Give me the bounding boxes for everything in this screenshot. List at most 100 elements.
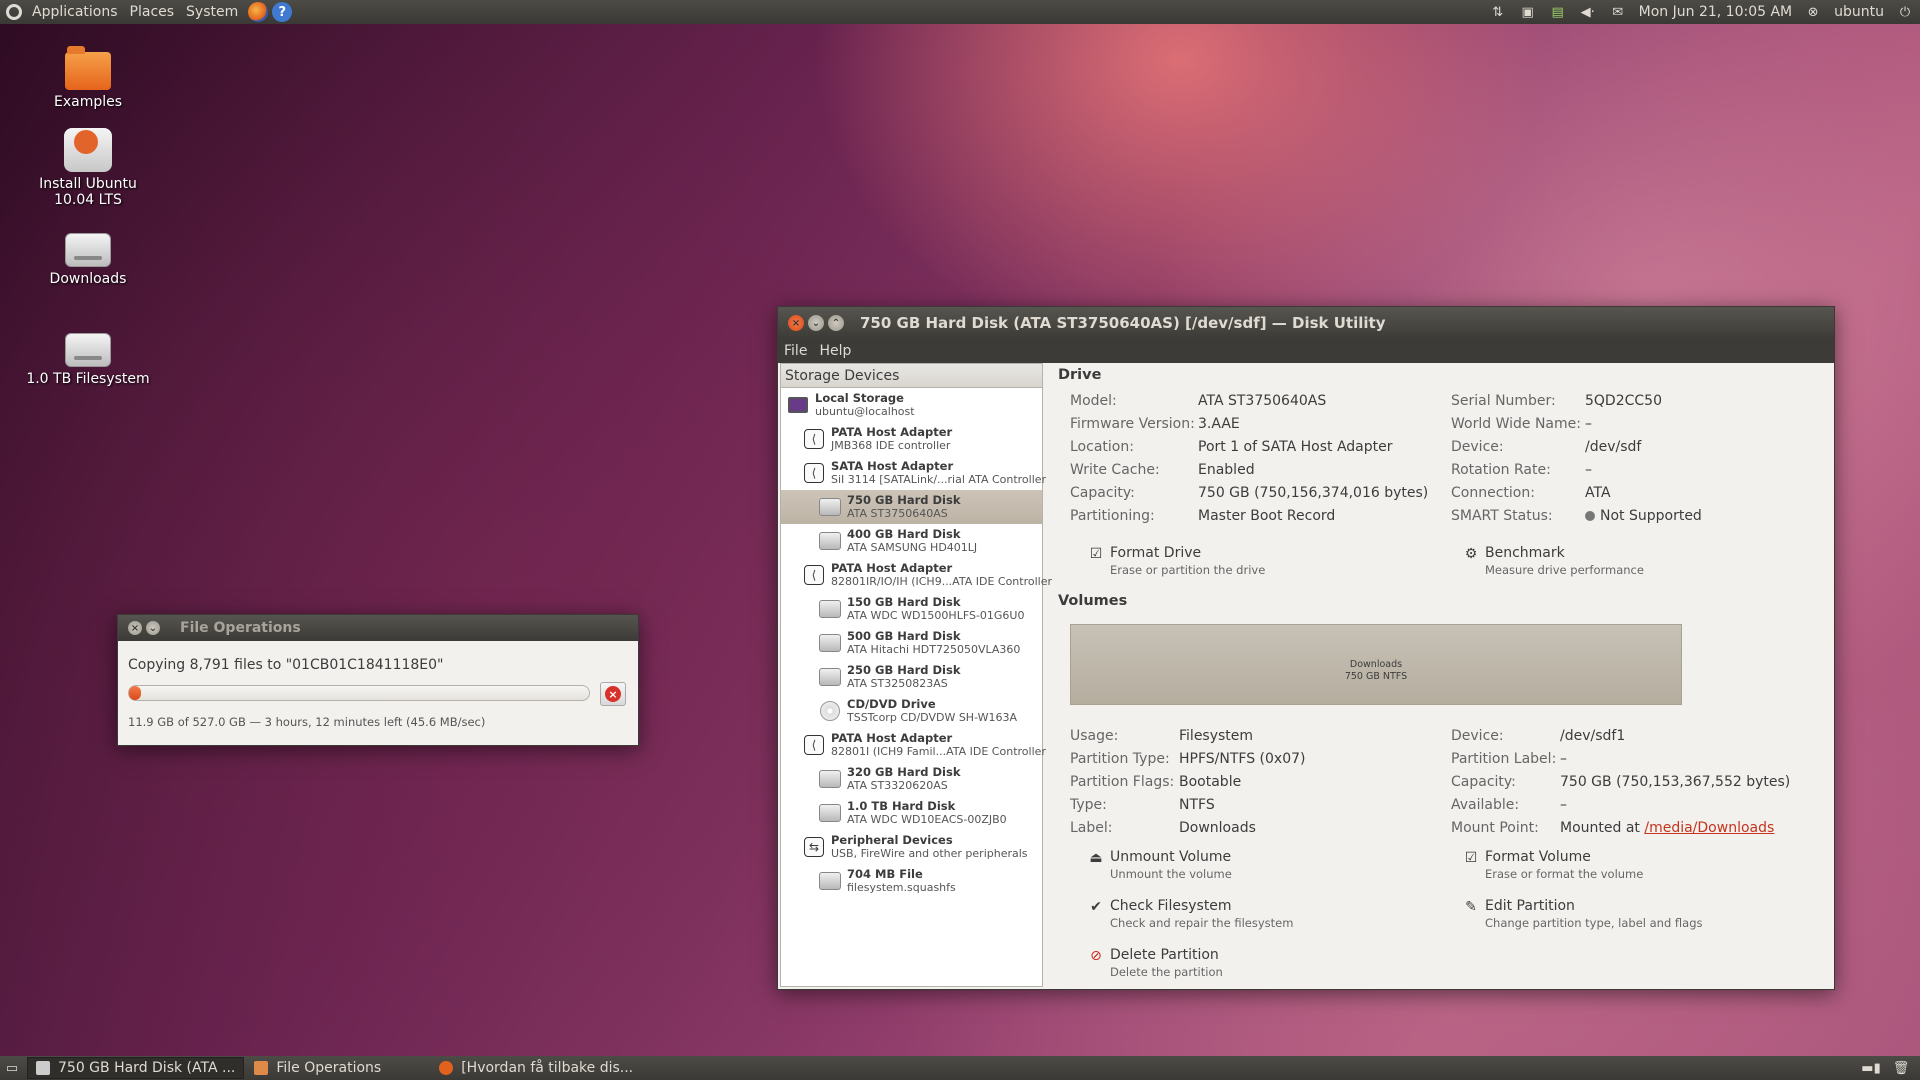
property-value-text: Bootable (1179, 774, 1242, 790)
file-disk-icon (819, 871, 841, 891)
format-icon: ☑ (1089, 546, 1103, 562)
user-menu[interactable]: ubuntu (1828, 0, 1890, 24)
storage-devices-header: Storage Devices (781, 364, 1042, 388)
device-item[interactable]: 704 MB File filesystem.squashfs (781, 864, 1042, 898)
cancel-copy-button[interactable]: × (600, 682, 626, 706)
ubuntu-logo-icon[interactable] (6, 4, 22, 20)
property-label: Device: (1451, 439, 1504, 455)
desktop-icon-install-ubuntu[interactable]: Install Ubuntu 10.04 LTS (18, 128, 158, 208)
property-value-text: /dev/sdf1 (1560, 728, 1626, 744)
property-value: Downloads (1179, 820, 1256, 836)
desktop-icon-downloads[interactable]: Downloads (18, 233, 158, 287)
edit-partition-button[interactable]: ✎ Edit Partition Change partition type, … (1465, 898, 1702, 930)
device-description: filesystem.squashfs (847, 881, 956, 894)
device-item[interactable]: Local Storage ubuntu@localhost (781, 388, 1042, 422)
format-drive-button[interactable]: ☑ Format Drive Erase or partition the dr… (1090, 545, 1266, 577)
hard-disk-icon (819, 667, 841, 687)
minimize-icon[interactable]: ⌄ (808, 315, 824, 331)
mail-icon[interactable]: ✉ (1608, 3, 1628, 21)
device-description: TSSTcorp CD/DVDW SH-W163A (847, 711, 1017, 724)
device-item[interactable]: CD/DVD Drive TSSTcorp CD/DVDW SH-W163A (781, 694, 1042, 728)
device-item[interactable]: ⟨ SATA Host Adapter SiI 3114 [SATALink/...… (781, 456, 1046, 490)
disk-utility-titlebar[interactable]: × ⌄ ⌃ 750 GB Hard Disk (ATA ST3750640AS)… (778, 307, 1834, 339)
check-filesystem-button[interactable]: ✔ Check Filesystem Check and repair the … (1090, 898, 1293, 930)
device-description: ATA ST3250823AS (847, 677, 948, 690)
device-item[interactable]: ⟨ PATA Host Adapter 82801I (ICH9 Famil...A… (781, 728, 1046, 762)
menu-help[interactable]: Help (813, 343, 857, 359)
task-label: File Operations (276, 1060, 382, 1076)
property-value-text: Not Supported (1600, 508, 1702, 524)
device-item[interactable]: 1.0 TB Hard Disk ATA WDC WD10EACS-00ZJB0 (781, 796, 1042, 830)
close-icon[interactable]: × (128, 621, 142, 635)
show-desktop-icon[interactable]: ▭ (2, 1059, 22, 1077)
desktop-icon-label: Install Ubuntu 10.04 LTS (39, 176, 137, 208)
mount-point-link[interactable]: /media/Downloads (1644, 820, 1774, 836)
device-description: ubuntu@localhost (815, 405, 915, 418)
volume-icon[interactable]: ◀· (1578, 3, 1598, 21)
benchmark-button[interactable]: ⚙ Benchmark Measure drive performance (1465, 545, 1644, 577)
action-description: Unmount the volume (1110, 867, 1232, 881)
device-item[interactable]: 150 GB Hard Disk ATA WDC WD1500HLFS-01G6U… (781, 592, 1042, 626)
task-firefox[interactable]: [Hvordan få tilbake dis... (431, 1057, 641, 1079)
property-value: Not Supported (1585, 508, 1702, 524)
menu-file[interactable]: File (778, 343, 813, 359)
display-icon[interactable]: ▣ (1518, 3, 1538, 21)
close-icon[interactable]: × (788, 315, 804, 331)
task-label: 750 GB Hard Disk (ATA ... (58, 1060, 236, 1076)
firefox-icon[interactable] (248, 2, 269, 22)
device-item[interactable]: 400 GB Hard Disk ATA SAMSUNG HD401LJ (781, 524, 1042, 558)
disk-icon (36, 1061, 50, 1075)
top-panel: Applications Places System ? ⇅ ▣ ▤ ◀· ✉ … (0, 0, 1920, 24)
hard-disk-icon (819, 633, 841, 653)
property-value-text: Mounted at (1560, 820, 1645, 836)
property-value: Mounted at /media/Downloads (1560, 820, 1774, 836)
help-icon[interactable]: ? (272, 2, 293, 22)
device-item[interactable]: 750 GB Hard Disk ATA ST3750640AS (781, 490, 1042, 524)
device-name: PATA Host Adapter (831, 561, 953, 575)
maximize-icon[interactable]: ⌃ (828, 315, 844, 331)
minimize-icon[interactable]: ⌄ (146, 621, 160, 635)
property-label: Firmware Version: (1070, 416, 1195, 432)
clock[interactable]: Mon Jun 21, 10:05 AM (1633, 0, 1798, 24)
device-item[interactable]: 250 GB Hard Disk ATA ST3250823AS (781, 660, 1042, 694)
property-label: Capacity: (1451, 774, 1516, 790)
device-item[interactable]: 320 GB Hard Disk ATA ST3320620AS (781, 762, 1042, 796)
window-title: 750 GB Hard Disk (ATA ST3750640AS) [/dev… (860, 314, 1386, 332)
desktop-icon-1tb-filesystem[interactable]: 1.0 TB Filesystem (18, 333, 158, 387)
action-label: Check Filesystem (1110, 898, 1232, 914)
action-label: Edit Partition (1485, 898, 1575, 914)
device-description: ATA SAMSUNG HD401LJ (847, 541, 978, 554)
volume-size: 750 GB NTFS (1344, 671, 1408, 682)
status-dot-icon (1585, 511, 1595, 521)
device-item[interactable]: ⟨ PATA Host Adapter 82801IR/IO/IH (ICH9...… (781, 558, 1052, 592)
device-item[interactable]: ⟨ PATA Host Adapter JMB368 IDE controller (781, 422, 1042, 456)
device-item[interactable]: 500 GB Hard Disk ATA Hitachi HDT725050VLA… (781, 626, 1042, 660)
update-icon[interactable]: ▤ (1548, 3, 1568, 21)
volume-bar-downloads[interactable]: Downloads 750 GB NTFS (1070, 624, 1682, 705)
format-volume-button[interactable]: ☑ Format Volume Erase or format the volu… (1465, 849, 1644, 881)
trash-icon[interactable]: 🗑 (1891, 1059, 1911, 1077)
unmount-volume-button[interactable]: ⏏ Unmount Volume Unmount the volume (1089, 849, 1232, 881)
task-file-operations[interactable]: File Operations (246, 1057, 389, 1079)
action-description: Erase or partition the drive (1110, 563, 1266, 577)
property-value-text: Enabled (1198, 462, 1255, 478)
volume-name: Downloads (1349, 659, 1403, 670)
task-disk-utility[interactable]: 750 GB Hard Disk (ATA ... (27, 1057, 245, 1079)
device-description: ATA ST3750640AS (847, 507, 948, 520)
workspace-switcher-icon[interactable]: ▬▮ (1861, 1059, 1881, 1077)
applications-menu[interactable]: Applications (26, 0, 124, 24)
places-menu[interactable]: Places (124, 0, 181, 24)
network-icon[interactable]: ⇅ (1488, 3, 1508, 21)
disk-utility-window: × ⌄ ⌃ 750 GB Hard Disk (ATA ST3750640AS)… (777, 306, 1835, 990)
device-item[interactable]: ⇆ Peripheral Devices USB, FireWire and oth… (781, 830, 1042, 864)
delete-partition-button[interactable]: ⊘ Delete Partition Delete the partition (1090, 947, 1223, 979)
system-menu[interactable]: System (180, 0, 244, 24)
action-description: Measure drive performance (1485, 563, 1644, 577)
file-operations-titlebar[interactable]: × ⌄ File Operations (118, 615, 638, 641)
property-value: – (1585, 416, 1592, 432)
device-description: USB, FireWire and other peripherals (831, 847, 1028, 860)
folder-icon (65, 46, 111, 90)
delete-icon: ⊘ (1090, 948, 1102, 964)
power-icon[interactable]: ⏻ (1895, 3, 1915, 21)
desktop-icon-examples[interactable]: Examples (18, 46, 158, 110)
